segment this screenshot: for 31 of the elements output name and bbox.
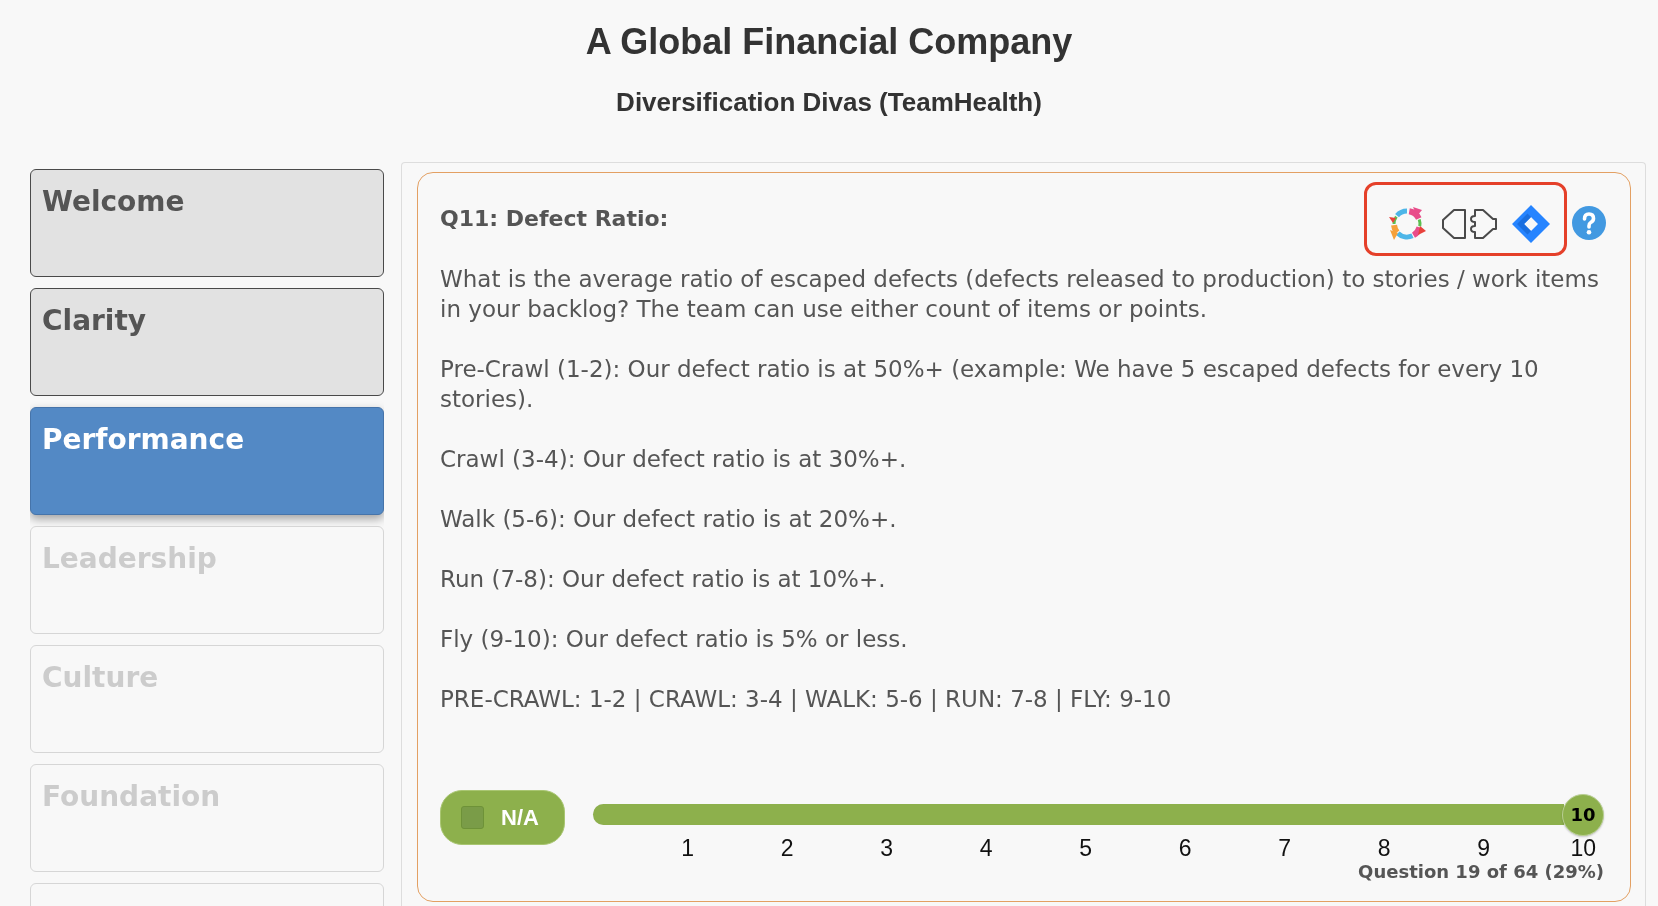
question-text: Run (7-8): Our defect ratio is at 10%+. [440, 565, 887, 594]
question-text: What is the average ratio of escaped defects (defects released to production) to stories / work items in your backlog? The team can use either count of items or points. [440, 265, 1600, 324]
progress-text: Question 19 of 64 (29%) [1358, 861, 1604, 883]
question-text: Crawl (3-4): Our defect ratio is at 30%+. [440, 445, 908, 474]
diamond-icon[interactable] [1511, 204, 1551, 244]
company-title: A Global Financial Company [585, 20, 1073, 64]
team-subtitle: Diversification Divas (TeamHealth) [616, 87, 1042, 117]
question-title: Q11: Defect Ratio: [440, 205, 669, 233]
question-text: Walk (5-6): Our defect ratio is at 20%+. [440, 505, 898, 534]
na-checkbox[interactable] [461, 806, 484, 829]
tick-label: 10 [1570, 836, 1597, 861]
na-button[interactable]: N/A [440, 790, 565, 845]
slider-thumb[interactable]: 10 [1562, 793, 1604, 836]
tick-label: 1 [681, 836, 695, 861]
question-text: Fly (9-10): Our defect ratio is 5% or less. [440, 625, 909, 654]
help-icon[interactable] [1572, 206, 1606, 240]
sidebar-item[interactable]: Clarity [30, 288, 384, 396]
tick-label: 4 [979, 836, 993, 861]
tick-label: 9 [1477, 836, 1491, 861]
na-label: N/A [501, 804, 539, 831]
tick-label: 6 [1178, 836, 1192, 861]
sidebar-item[interactable]: Performance [30, 407, 384, 515]
question-text: Pre-Crawl (1-2): Our defect ratio is at 50%+ (example: We have 5 escaped defects for every 10 stories). [440, 355, 1540, 414]
sidebar-item[interactable]: Welcome [30, 169, 384, 277]
question-text: PRE-CRAWL: 1-2 | CRAWL: 3-4 | WALK: 5-6 | RUN: 7-8 | FLY: 9-10 [440, 685, 1173, 714]
tick-label: 2 [780, 836, 794, 861]
plug-icon[interactable] [1440, 208, 1498, 240]
tick-label: 5 [1079, 836, 1093, 861]
tick-label: 7 [1278, 836, 1292, 861]
tick-label: 3 [880, 836, 894, 861]
tick-label: 8 [1377, 836, 1391, 861]
